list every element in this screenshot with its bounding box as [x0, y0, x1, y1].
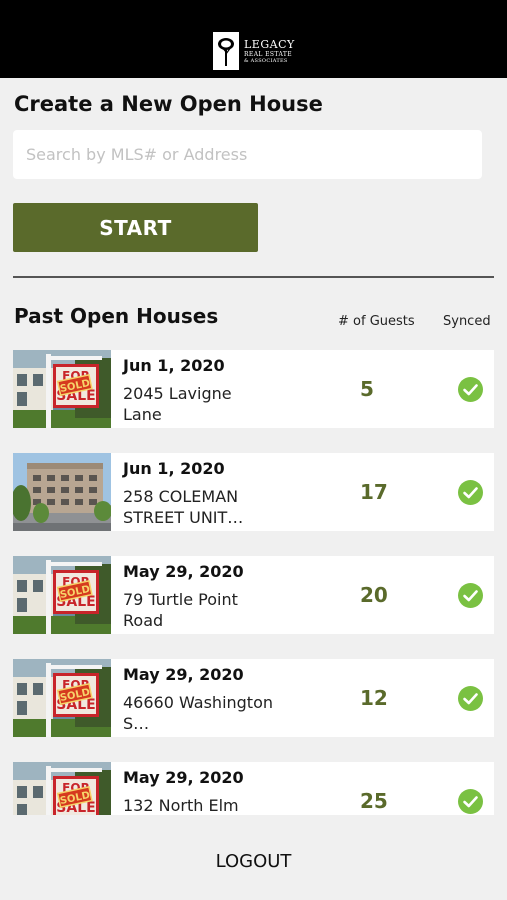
section-divider [13, 276, 494, 278]
row-date: May 29, 2020 [123, 562, 244, 581]
row-guest-count: 17 [360, 480, 388, 504]
logo-line2: REAL ESTATE [244, 50, 293, 58]
synced-check-icon [458, 480, 483, 505]
sold-sign-photo: FOR SALE SOLD [13, 350, 111, 428]
open-house-row[interactable]: FOR SALE SOLD May 29, 2020 79 Turtle Poi… [13, 556, 494, 634]
row-address: 79 Turtle Point Road [123, 590, 238, 630]
row-date: May 29, 2020 [123, 768, 244, 787]
brand-logo: LEGACY REAL ESTATE & ASSOCIATES [213, 32, 295, 70]
row-address: 46660 Washington S… [123, 693, 274, 733]
sold-sign-photo: FOR SALE SOLD [13, 762, 111, 815]
row-date: Jun 1, 2020 [123, 459, 225, 478]
row-address: 132 North Elm [123, 796, 239, 815]
search-input[interactable] [13, 130, 482, 179]
sold-sign-photo: FOR SALE SOLD [13, 556, 111, 634]
past-open-houses-title: Past Open Houses [14, 304, 219, 328]
synced-column-header: Synced [443, 314, 491, 329]
apartment-building-photo [13, 453, 111, 531]
open-house-row[interactable]: Jun 1, 2020 258 COLEMAN STREET UNIT… 17 [13, 453, 494, 531]
logout-button[interactable]: LOGOUT [0, 851, 507, 872]
guests-column-header: # of Guests [338, 314, 415, 329]
sold-sign-photo: FOR SALE SOLD [13, 659, 111, 737]
row-guest-count: 20 [360, 583, 388, 607]
row-date: May 29, 2020 [123, 665, 244, 684]
app-header: LEGACY REAL ESTATE & ASSOCIATES [0, 0, 507, 78]
synced-check-icon [458, 789, 483, 814]
logo-name: LEGACY [244, 37, 295, 51]
open-house-row[interactable]: FOR SALE SOLD Jun 1, 2020 2045 Lavigne L… [13, 350, 494, 428]
tree-logo-icon [213, 32, 239, 70]
open-house-row[interactable]: FOR SALE SOLD May 29, 2020 132 North Elm… [13, 762, 494, 815]
row-guest-count: 5 [360, 377, 374, 401]
synced-check-icon [458, 377, 483, 402]
row-address: 258 COLEMAN STREET UNIT… [123, 487, 244, 527]
synced-check-icon [458, 583, 483, 608]
logo-line3: & ASSOCIATES [244, 57, 288, 64]
create-open-house-title: Create a New Open House [14, 92, 323, 116]
open-house-row[interactable]: FOR SALE SOLD May 29, 2020 46660 Washing… [13, 659, 494, 737]
row-address: 2045 Lavigne Lane [123, 384, 232, 424]
row-guest-count: 25 [360, 789, 388, 813]
start-button[interactable]: START [13, 203, 258, 252]
row-date: Jun 1, 2020 [123, 356, 225, 375]
synced-check-icon [458, 686, 483, 711]
row-guest-count: 12 [360, 686, 388, 710]
past-open-houses-list[interactable]: FOR SALE SOLD Jun 1, 2020 2045 Lavigne L… [13, 350, 494, 815]
